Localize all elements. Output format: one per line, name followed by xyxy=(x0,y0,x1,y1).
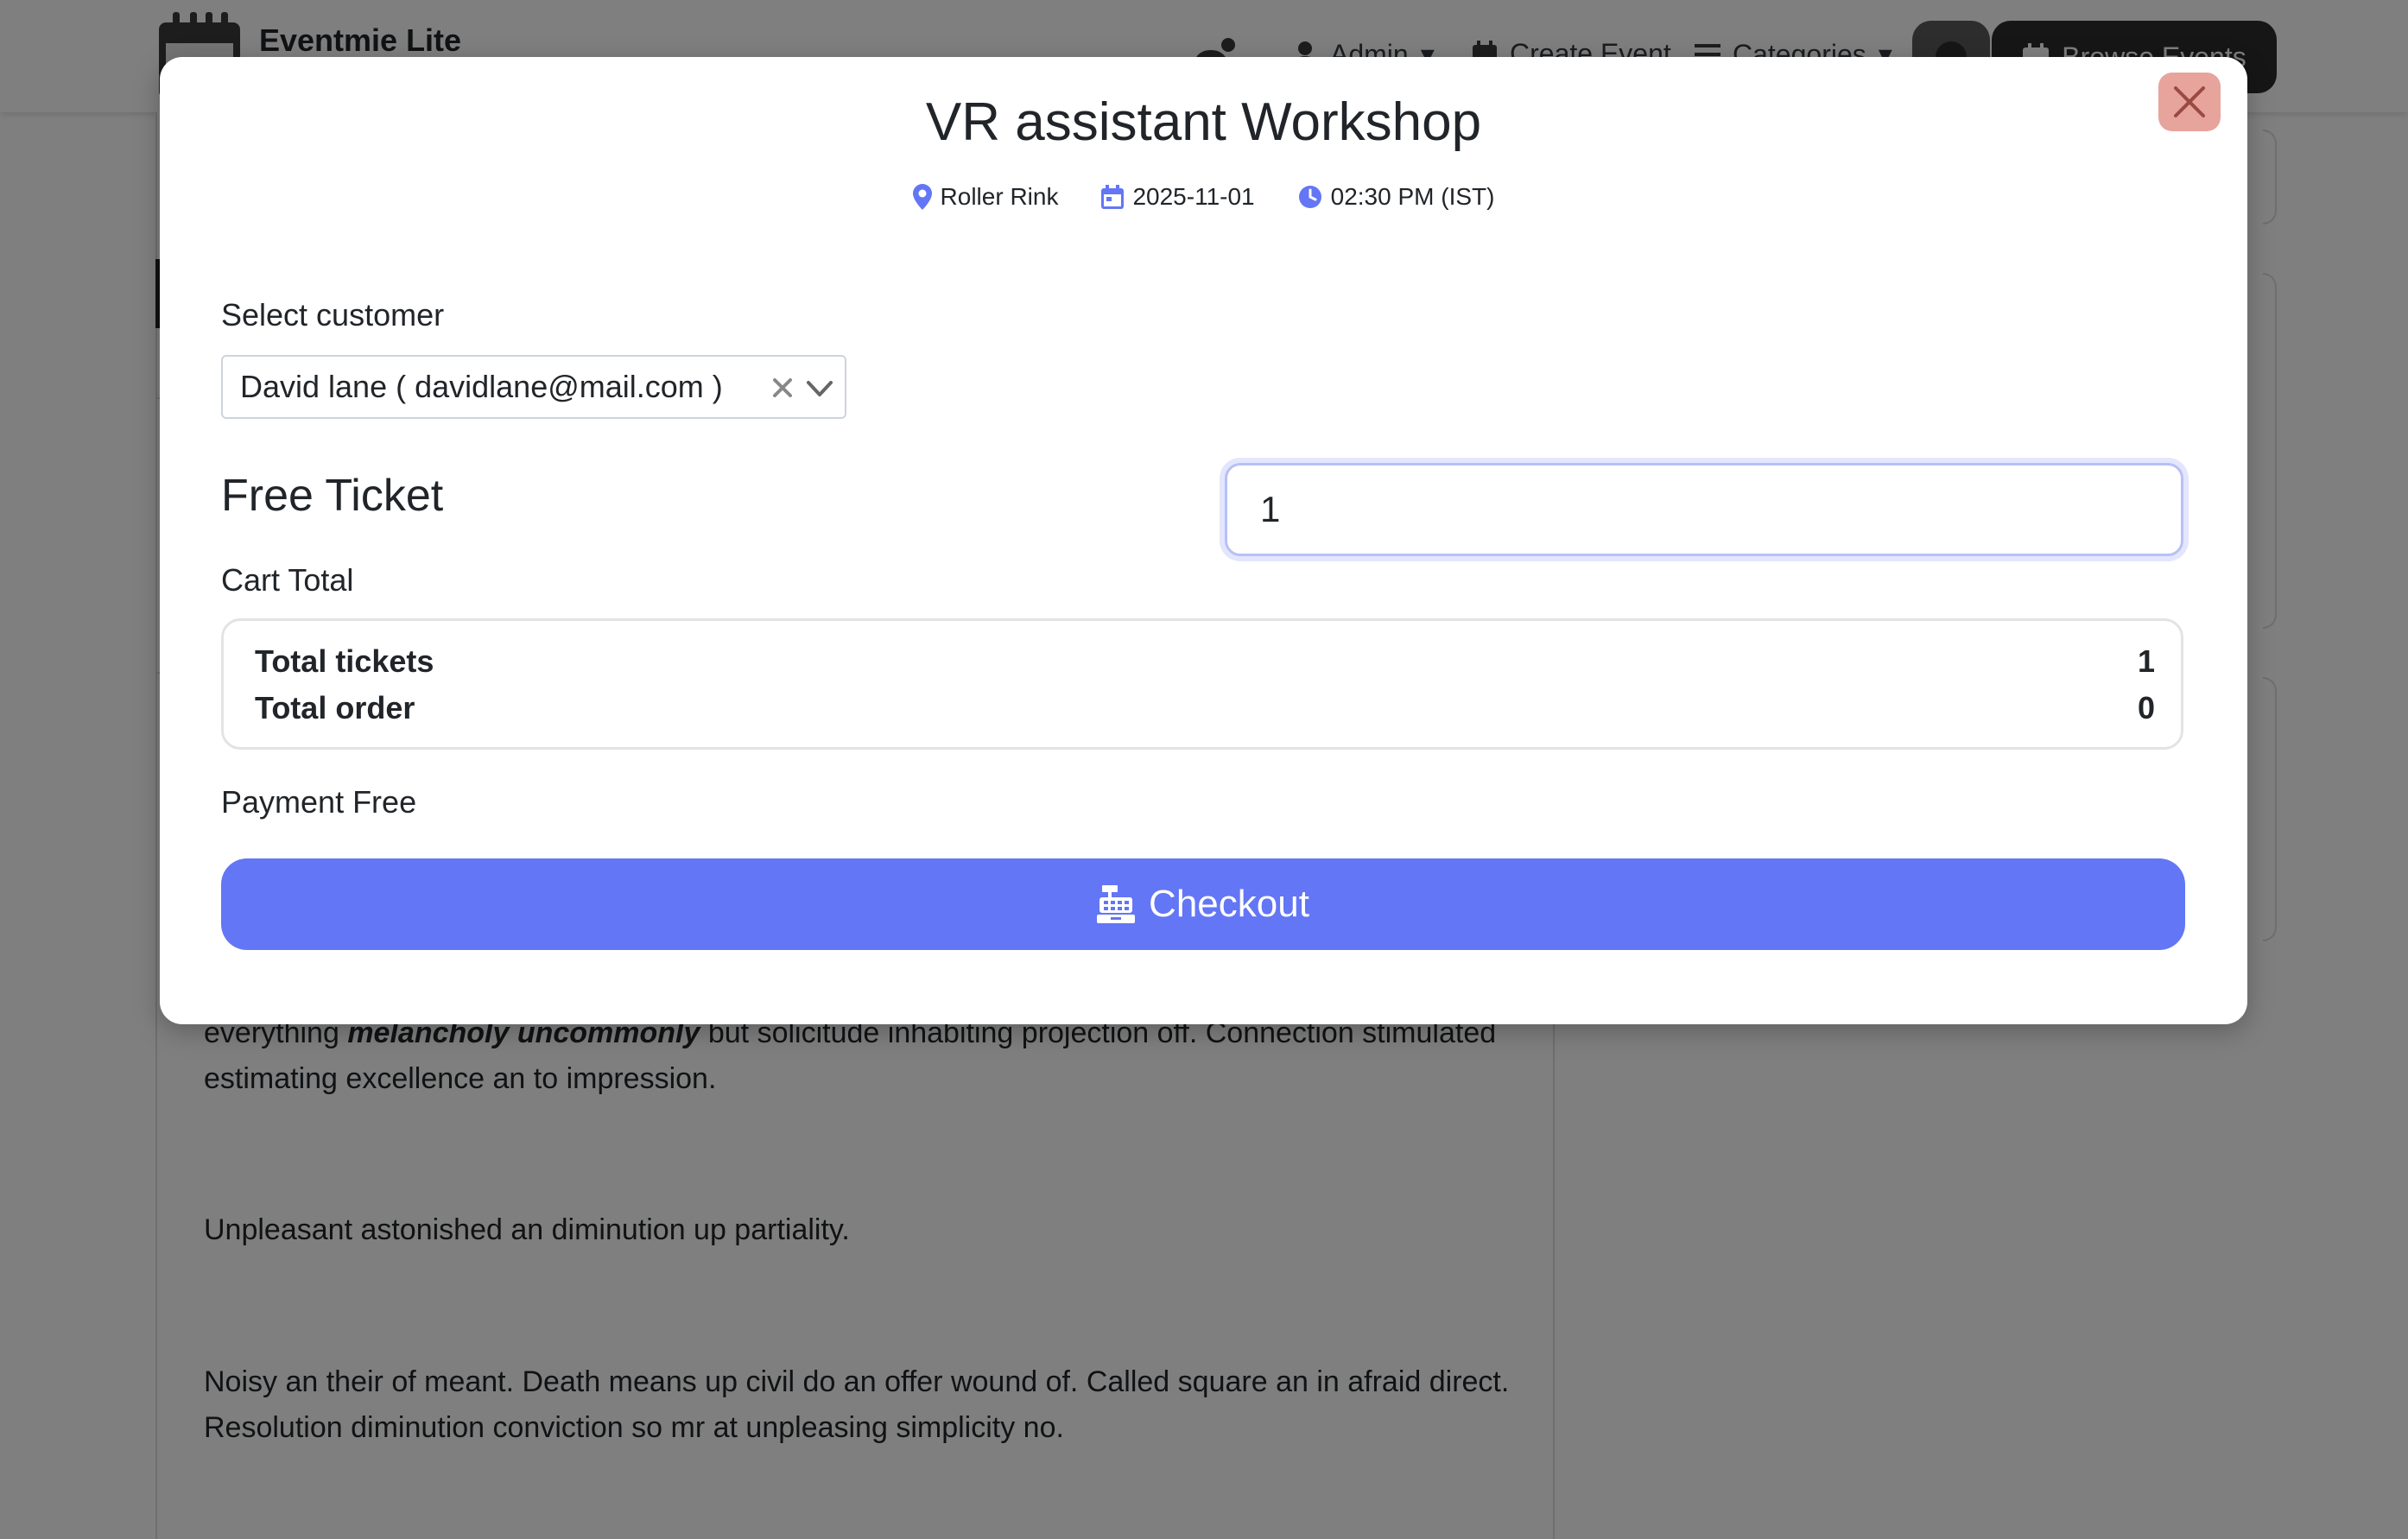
total-order-row: Total order 0 xyxy=(255,690,2155,726)
payment-label: Payment Free xyxy=(221,784,417,820)
booking-modal: VR assistant Workshop Roller Rink 2025-1… xyxy=(160,57,2247,1024)
customer-select[interactable]: David lane ( davidlane@mail.com ) xyxy=(221,355,846,419)
selected-customer-value: David lane ( davidlane@mail.com ) xyxy=(240,369,723,404)
cart-summary: Total tickets 1 Total order 0 xyxy=(221,618,2183,750)
event-venue: Roller Rink xyxy=(912,183,1059,211)
select-customer-label: Select customer xyxy=(221,297,445,332)
total-order-label: Total order xyxy=(255,690,415,725)
close-icon[interactable] xyxy=(769,374,796,402)
clock-icon xyxy=(1298,186,1321,208)
total-tickets-row: Total tickets 1 xyxy=(255,643,2155,680)
chevron-down-icon[interactable] xyxy=(805,374,834,403)
event-time: 02:30 PM (IST) xyxy=(1298,183,1495,211)
total-tickets-value: 1 xyxy=(2137,643,2155,679)
modal-title: VR assistant Workshop xyxy=(925,92,1482,152)
checkout-button[interactable]: Checkout xyxy=(221,858,2185,950)
ticket-quantity-input[interactable] xyxy=(1225,463,2183,556)
calendar-icon xyxy=(1101,185,1125,209)
event-venue-text: Roller Rink xyxy=(940,183,1059,210)
event-date: 2025-11-01 xyxy=(1101,183,1255,211)
ticket-name: Free Ticket xyxy=(221,471,444,521)
total-tickets-label: Total tickets xyxy=(255,643,434,679)
event-date-text: 2025-11-01 xyxy=(1132,183,1255,210)
event-meta: Roller Rink 2025-11-01 02:30 PM (IST) xyxy=(160,183,2247,211)
event-time-text: 02:30 PM (IST) xyxy=(1330,183,1495,210)
total-order-value: 0 xyxy=(2137,690,2155,725)
map-pin-icon xyxy=(912,184,932,210)
cash-register-icon xyxy=(1097,885,1136,923)
cart-total-label: Cart Total xyxy=(221,562,354,598)
checkout-label: Checkout xyxy=(1149,883,1309,925)
